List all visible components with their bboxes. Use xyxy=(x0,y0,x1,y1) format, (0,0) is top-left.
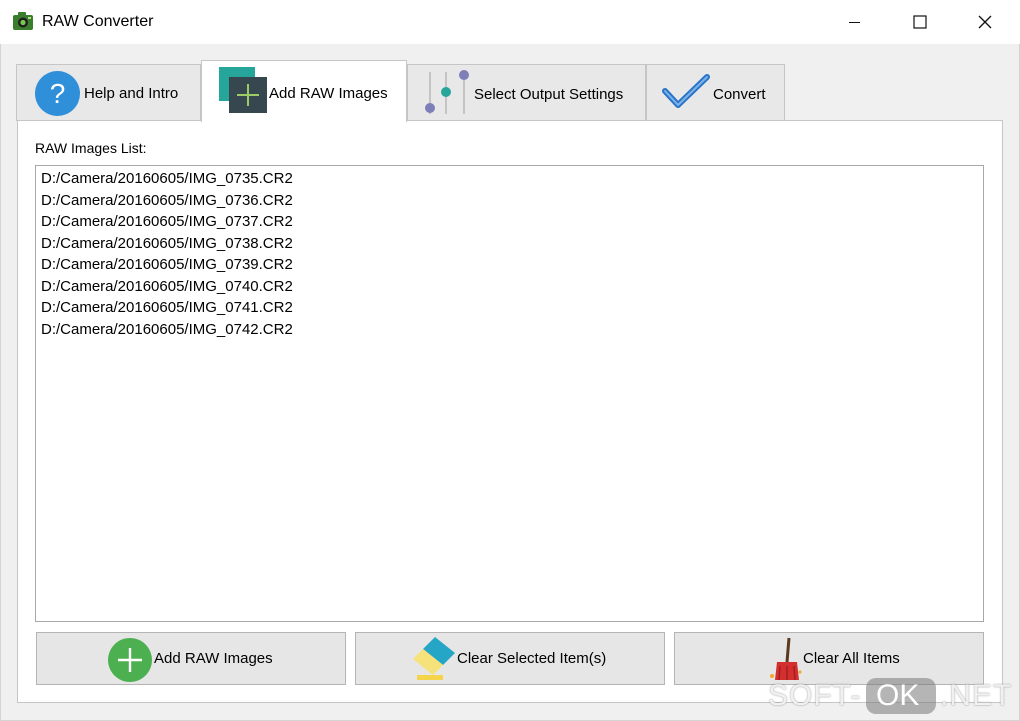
clear-all-items-button-label: Clear All Items xyxy=(803,650,900,667)
tab-label-convert: Convert xyxy=(713,86,766,103)
clear-selected-button[interactable]: Clear Selected Item(s) xyxy=(355,632,665,685)
broom-icon xyxy=(770,637,802,681)
tab-label-output: Select Output Settings xyxy=(474,86,624,103)
minimize-button[interactable] xyxy=(826,0,884,44)
clear-all-items-button[interactable]: Clear All Items xyxy=(674,632,984,685)
tab-label-help: Help and Intro xyxy=(84,85,179,102)
add-images-icon xyxy=(219,67,267,113)
add-raw-images-button-label: Add RAW Images xyxy=(154,650,273,667)
eraser-icon xyxy=(413,637,455,680)
raw-images-list[interactable]: D:/Camera/20160605/IMG_0735.CR2 D:/Camer… xyxy=(35,165,984,622)
tab-add-raw-images[interactable]: Add RAW Images xyxy=(201,60,407,122)
title-bar: RAW Converter xyxy=(0,0,1020,44)
tab-select-output-settings[interactable]: Select Output Settings xyxy=(407,64,646,121)
clear-selected-button-label: Clear Selected Item(s) xyxy=(457,650,607,667)
tab-help-and-intro[interactable]: ? Help and Intro xyxy=(16,64,201,121)
plus-circle-icon xyxy=(108,638,152,682)
help-icon: ? xyxy=(35,71,80,116)
sliders-icon xyxy=(425,70,469,114)
tab-convert[interactable]: Convert xyxy=(646,64,785,121)
list-item[interactable]: D:/Camera/20160605/IMG_0735.CR2 xyxy=(41,168,983,190)
list-item[interactable]: D:/Camera/20160605/IMG_0741.CR2 xyxy=(41,297,983,319)
maximize-icon xyxy=(913,15,927,29)
window-title: RAW Converter xyxy=(42,13,154,30)
svg-text:?: ? xyxy=(50,78,66,109)
list-item[interactable]: D:/Camera/20160605/IMG_0742.CR2 xyxy=(41,319,983,341)
maximize-button[interactable] xyxy=(891,0,949,44)
list-item[interactable]: D:/Camera/20160605/IMG_0738.CR2 xyxy=(41,233,983,255)
app-camera-icon xyxy=(13,12,33,30)
list-item[interactable]: D:/Camera/20160605/IMG_0736.CR2 xyxy=(41,190,983,212)
list-item[interactable]: D:/Camera/20160605/IMG_0737.CR2 xyxy=(41,211,983,233)
list-item[interactable]: D:/Camera/20160605/IMG_0739.CR2 xyxy=(41,254,983,276)
minimize-icon xyxy=(849,22,860,23)
checkmark-icon xyxy=(662,74,710,108)
raw-images-list-label: RAW Images List: xyxy=(35,140,147,156)
close-icon xyxy=(978,15,992,29)
add-raw-images-button[interactable]: Add RAW Images xyxy=(36,632,346,685)
list-item[interactable]: D:/Camera/20160605/IMG_0740.CR2 xyxy=(41,276,983,298)
close-button[interactable] xyxy=(956,0,1014,44)
tab-label-add: Add RAW Images xyxy=(269,85,388,102)
